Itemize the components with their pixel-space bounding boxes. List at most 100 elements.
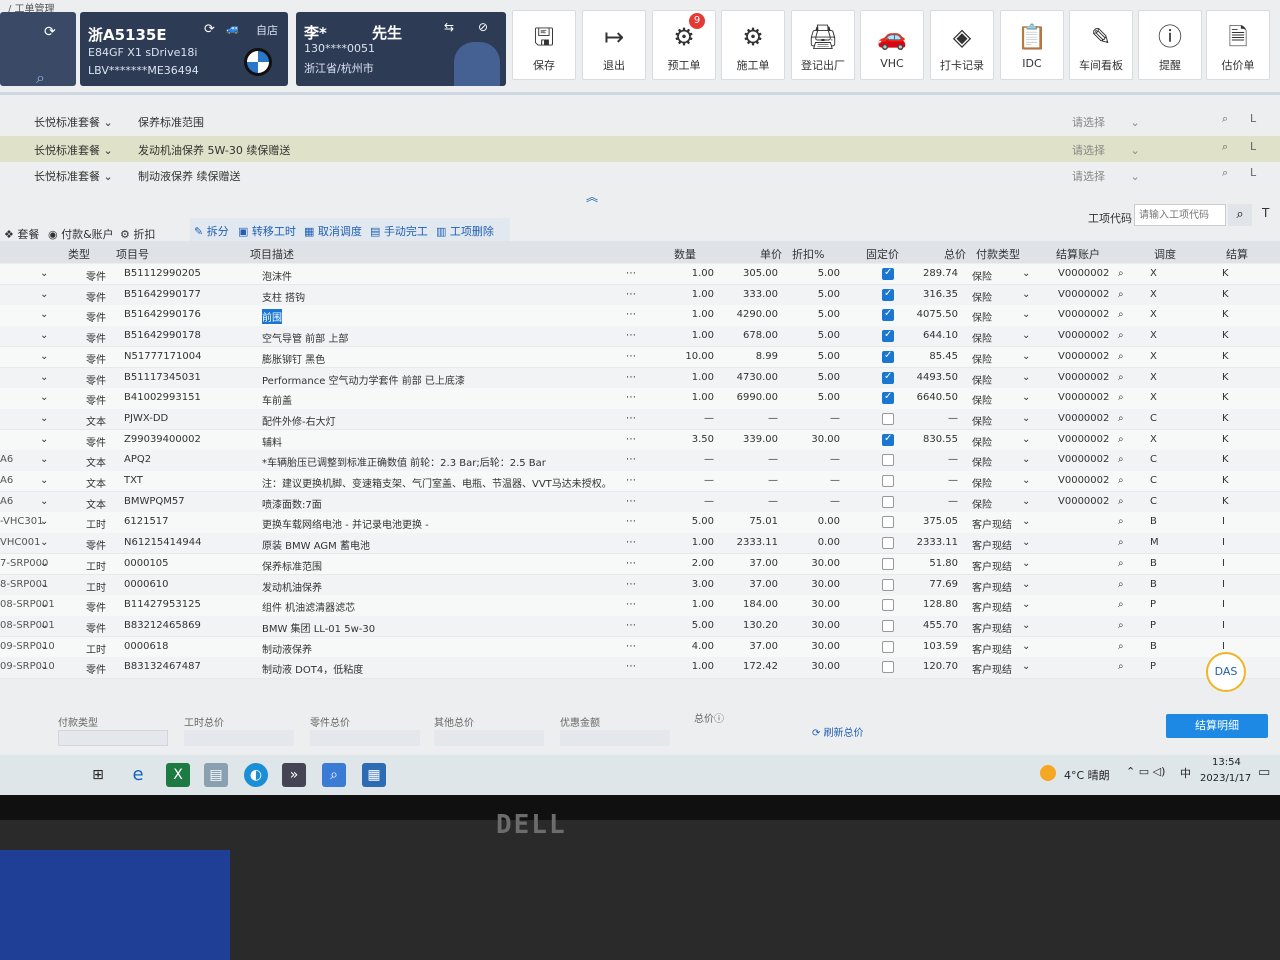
expand-chevron-icon[interactable]: ⌄: [40, 579, 48, 590]
settle-detail-button[interactable]: 结算明细: [1166, 714, 1268, 738]
more-icon[interactable]: ⋯: [626, 330, 636, 341]
row-pay-type[interactable]: 客户现结: [972, 599, 1012, 614]
row-pay-type[interactable]: 保险: [972, 475, 992, 490]
search-icon[interactable]: ⌕: [1118, 330, 1124, 341]
table-row[interactable]: 08-SRP001 ⌄ 零件 B11427953125 组件 机油滤清器滤芯 ⋯ 1.00 1…: [0, 595, 1280, 617]
row-description[interactable]: Performance 空气动力学套件 前部 已上底漆: [262, 372, 465, 387]
fixed-price-checkbox[interactable]: [882, 661, 894, 674]
row-account[interactable]: V0000002: [1058, 496, 1109, 507]
more-icon[interactable]: ⋯: [626, 599, 636, 610]
search-icon[interactable]: ⌕: [1118, 579, 1124, 590]
package-select[interactable]: 长悦标准套餐 ⌄: [34, 114, 113, 130]
toolbar-reminder-button[interactable]: ⓘ 提醒: [1138, 10, 1202, 80]
row-account[interactable]: V0000002: [1058, 392, 1109, 403]
row-account[interactable]: V0000002: [1058, 413, 1109, 424]
table-row[interactable]: ⌄ 零件 B51117345031 Performance 空气动力学套件 前部 已上…: [0, 367, 1280, 389]
table-row[interactable]: ⌄ 零件 B51642990178 空气导管 前部 上部 ⋯ 1.00 678.00 5.00…: [0, 326, 1280, 348]
row-description[interactable]: 制动液 DOT4，低粘度: [262, 661, 363, 676]
row-description[interactable]: 更换车载网络电池 - 并记录电池更换 -: [262, 516, 429, 531]
more-icon[interactable]: ⋯: [626, 620, 636, 631]
expand-chevron-icon[interactable]: ⌄: [40, 558, 48, 569]
table-row[interactable]: ⌄ 零件 B51642990176 前围 ⋯ 1.00 4290.00 5.00 4075.50…: [0, 305, 1280, 327]
table-row[interactable]: A6 ⌄ 文本 TXT 注：建议更换机脚、变速箱支架、气门室盖、电瓶、节温器、VVT马达…: [0, 471, 1280, 493]
more-icon[interactable]: ⋯: [626, 309, 636, 320]
fixed-price-checkbox[interactable]: [882, 516, 894, 529]
package-select[interactable]: 长悦标准套餐 ⌄: [34, 142, 113, 158]
search-icon[interactable]: ⌕: [1118, 309, 1124, 320]
labor-total-field[interactable]: [184, 730, 294, 746]
chevron-down-icon[interactable]: ⌄: [1022, 516, 1030, 527]
toolbar-vhc-button[interactable]: 🚗 VHC: [860, 10, 924, 80]
table-row[interactable]: 7-SRP000 ⌄ 工时 0000105 保养标准范围 ⋯ 2.00 37.00 30.00 5…: [0, 553, 1280, 576]
row-pay-type[interactable]: 客户现结: [972, 537, 1012, 552]
chevron-down-icon[interactable]: ⌄: [1022, 289, 1030, 300]
expand-chevron-icon[interactable]: ⌄: [40, 330, 48, 341]
chevron-down-icon[interactable]: ⌄: [1022, 496, 1030, 507]
row-pay-type[interactable]: 客户现结: [972, 641, 1012, 656]
search-icon[interactable]: ⌕: [1118, 599, 1124, 610]
expand-chevron-icon[interactable]: ⌄: [40, 454, 48, 465]
refresh-total-link[interactable]: ⟳ 刷新总价: [812, 724, 864, 739]
row-description[interactable]: 泡沫件: [262, 268, 292, 283]
expand-chevron-icon[interactable]: ⌄: [40, 268, 48, 279]
fixed-price-checkbox[interactable]: [882, 412, 894, 425]
chevron-down-icon[interactable]: ⌄: [1022, 309, 1030, 320]
more-icon[interactable]: ⋯: [626, 496, 636, 507]
expand-chevron-icon[interactable]: ⌄: [40, 496, 48, 507]
chevron-down-icon[interactable]: ⌄: [1022, 413, 1030, 424]
fixed-price-checkbox[interactable]: [882, 599, 894, 612]
row-account[interactable]: V0000002: [1058, 434, 1109, 445]
expand-chevron-icon[interactable]: ⌄: [40, 309, 48, 320]
row-pay-type[interactable]: 保险: [972, 434, 992, 449]
fixed-price-checkbox[interactable]: [882, 495, 894, 508]
more-icon[interactable]: ⋯: [626, 661, 636, 672]
pay-type-select[interactable]: [58, 730, 168, 746]
toolbar-exit-button[interactable]: ↦ 退出: [582, 10, 646, 80]
search-icon[interactable]: ⌕: [1118, 351, 1124, 362]
search-icon[interactable]: ⌕: [1118, 392, 1124, 403]
row-description[interactable]: 车前盖: [262, 392, 292, 407]
chevron-down-icon[interactable]: ⌄: [1022, 558, 1030, 569]
fixed-price-checkbox[interactable]: [882, 537, 894, 550]
row-pay-type[interactable]: 保险: [972, 309, 992, 324]
row-pay-type[interactable]: 保险: [972, 413, 992, 428]
no-view-icon[interactable]: ⊘: [478, 20, 488, 34]
fixed-price-checkbox[interactable]: [882, 267, 894, 280]
chevron-down-icon[interactable]: ⌄: [1022, 372, 1030, 383]
search-icon[interactable]: ⌕: [1118, 413, 1124, 424]
fixed-price-checkbox[interactable]: [882, 329, 894, 343]
excel-icon[interactable]: X: [166, 763, 190, 787]
fixed-price-checkbox[interactable]: [882, 350, 894, 363]
row-description[interactable]: 原装 BMW AGM 蓄电池: [262, 537, 370, 552]
chevron-down-icon[interactable]: ⌄: [1022, 579, 1030, 590]
edge-icon[interactable]: ◐: [244, 763, 268, 787]
search-icon[interactable]: ⌕: [1222, 140, 1228, 154]
search-icon[interactable]: ⌕: [1118, 516, 1124, 527]
search-icon[interactable]: ⌕: [1118, 289, 1124, 300]
fixed-price-checkbox[interactable]: [882, 619, 894, 632]
more-icon[interactable]: ⋯: [626, 558, 636, 569]
row-account[interactable]: V0000002: [1058, 351, 1109, 362]
package-picker[interactable]: 请选择 ⌄: [1072, 142, 1140, 158]
action-0-button[interactable]: ✎ 拆分: [194, 223, 229, 239]
chevron-down-icon[interactable]: ⌄: [1022, 330, 1030, 341]
table-row[interactable]: 08-SRP001 ⌄ 零件 B83212465869 BMW 集团 LL-01 5w-…: [0, 615, 1280, 638]
toolbar-pre-order-button[interactable]: ⚙ 预工单 9: [652, 10, 716, 80]
fixed-price-checkbox[interactable]: [882, 391, 894, 405]
chevron-down-icon[interactable]: ⌄: [1022, 434, 1030, 445]
expand-chevron-icon[interactable]: ⌄: [40, 661, 48, 672]
row-account[interactable]: V0000002: [1058, 330, 1109, 341]
expand-chevron-icon[interactable]: ⌄: [40, 599, 48, 610]
package-l-icon[interactable]: L: [1250, 166, 1256, 179]
toolbar-estimate-button[interactable]: 🗎 估价单: [1206, 10, 1270, 80]
tray-icons[interactable]: ⌃ ▭ ◁): [1126, 765, 1165, 778]
ie-icon[interactable]: e: [126, 763, 150, 787]
row-pay-type[interactable]: 客户现结: [972, 558, 1012, 573]
fixed-price-checkbox[interactable]: [882, 640, 894, 653]
row-description[interactable]: BMW 集团 LL-01 5w-30: [262, 620, 375, 635]
table-row[interactable]: -VHC301 ⌄ 工时 6121517 更换车载网络电池 - 并记录电池更换 - ⋯ 5.…: [0, 512, 1280, 534]
notification-icon[interactable]: ▭: [1258, 765, 1270, 780]
expand-chevron-icon[interactable]: ⌄: [40, 392, 48, 403]
row-pay-type[interactable]: 客户现结: [972, 661, 1012, 676]
search-icon[interactable]: ⌕: [1118, 537, 1124, 548]
